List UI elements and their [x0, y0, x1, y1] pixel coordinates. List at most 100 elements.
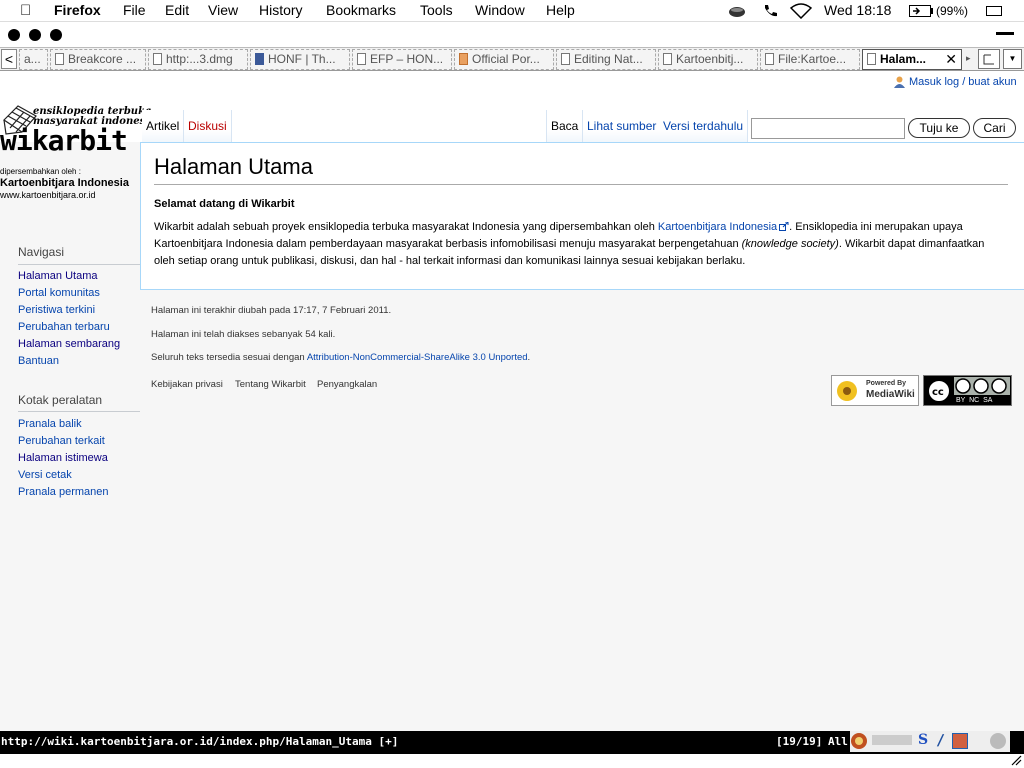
menu-help[interactable]: Help	[546, 2, 575, 18]
powered-by-mediawiki-badge[interactable]: Powered By MediaWiki	[831, 375, 919, 406]
footer-license: Seluruh teks tersedia sesuai dengan Attr…	[151, 352, 531, 363]
footer-about-link[interactable]: Tentang Wikarbit	[235, 379, 306, 390]
phone-icon[interactable]	[762, 3, 778, 19]
tool-printable-version[interactable]: Versi cetak	[18, 469, 72, 481]
status-url: http://wiki.kartoenbitjara.or.id/index.p…	[1, 735, 399, 748]
toolbar-toggle-icon[interactable]	[996, 32, 1014, 35]
nav-help[interactable]: Bantuan	[18, 355, 59, 367]
tab-list-button[interactable]	[978, 49, 1000, 69]
mediawiki-sunflower-icon	[837, 381, 857, 401]
article-content: Halaman Utama Selamat datang di Wikarbit…	[140, 142, 1024, 290]
tab-active[interactable]: Halam... ✕	[862, 49, 962, 70]
mac-menubar:  Firefox File Edit View History Bookmar…	[0, 0, 1024, 22]
nav-random-page[interactable]: Halaman sembarang	[18, 338, 120, 350]
tab-article[interactable]: Artikel	[142, 110, 185, 143]
menu-history[interactable]: History	[259, 2, 303, 18]
tool-permanent-link[interactable]: Pranala permanen	[18, 486, 109, 498]
tool-special-pages[interactable]: Halaman istimewa	[18, 452, 108, 464]
svg-text:cc: cc	[932, 387, 944, 398]
tab-view-source[interactable]: Lihat sumber	[583, 110, 662, 143]
page-title: Halaman Utama	[154, 154, 313, 179]
external-link-icon	[779, 221, 789, 231]
tab-9[interactable]: File:Kartoe...	[760, 49, 860, 70]
tab-1[interactable]: a...	[19, 49, 48, 70]
footer-privacy-link[interactable]: Kebijakan privasi	[151, 379, 223, 390]
nav-heading: Navigasi	[18, 245, 65, 259]
wifi-icon[interactable]	[790, 3, 812, 19]
facebook-icon	[255, 53, 264, 65]
tab-scroll-left-button[interactable]: <	[1, 49, 17, 69]
battery-icon[interactable]	[909, 5, 933, 17]
coffee-icon[interactable]	[728, 4, 746, 18]
battery-percent: (99%)	[936, 4, 969, 18]
nav-divider	[18, 264, 140, 265]
addon-badge-icon[interactable]	[952, 733, 968, 749]
menu-tools[interactable]: Tools	[420, 2, 453, 18]
adblock-icon[interactable]	[990, 733, 1006, 749]
nav-main-page[interactable]: Halaman Utama	[18, 270, 97, 282]
menubar-clock[interactable]: Wed 18:18	[824, 2, 891, 18]
page-icon	[765, 53, 774, 65]
status-bar: http://wiki.kartoenbitjara.or.id/index.p…	[0, 731, 1024, 752]
go-button[interactable]: Tuju ke	[908, 118, 970, 138]
nav-current-events[interactable]: Peristiwa terkini	[18, 304, 95, 316]
nav-recent-changes[interactable]: Perubahan terbaru	[18, 321, 110, 333]
all-tabs-dropdown-icon[interactable]: ▼	[1003, 49, 1022, 69]
tab-8[interactable]: Kartoenbitj...	[658, 49, 758, 70]
menu-window[interactable]: Window	[475, 2, 525, 18]
intro-line-2: Kartoenbitjara Indonesia dalam pemberday…	[154, 238, 985, 250]
tab-scroll-right-icon[interactable]: ▸	[966, 53, 971, 64]
nav-community-portal[interactable]: Portal komunitas	[18, 287, 100, 299]
tab-discussion[interactable]: Diskusi	[184, 110, 232, 143]
tab-read[interactable]: Baca	[546, 110, 584, 143]
tab-5[interactable]: EFP – HON...	[352, 49, 452, 70]
site-favicon-icon	[459, 53, 468, 65]
login-link[interactable]: Masuk log / buat akun	[909, 76, 1017, 88]
creative-commons-icon: cc	[927, 379, 951, 403]
pen-icon[interactable]: ∕	[936, 731, 945, 749]
menu-file[interactable]: File	[123, 2, 146, 18]
tab-2[interactable]: Breakcore ...	[50, 49, 146, 70]
site-logo[interactable]: ensiklopedia terbuka masyarakat indonesi…	[0, 102, 156, 202]
kartoenbitjara-link[interactable]: Kartoenbitjara Indonesia	[658, 221, 777, 233]
addon-indicator[interactable]	[872, 735, 912, 745]
tools-divider	[18, 411, 140, 412]
menu-edit[interactable]: Edit	[165, 2, 189, 18]
title-divider	[154, 184, 1008, 185]
logo-url: www.kartoenbitjara.or.id	[0, 190, 96, 200]
page-icon	[561, 53, 570, 65]
window-minimize-button[interactable]	[29, 29, 41, 41]
tab-history[interactable]: Versi terdahulu	[659, 110, 749, 143]
tool-what-links-here[interactable]: Pranala balik	[18, 418, 82, 430]
logo-org-name: Kartoenbitjara Indonesia	[0, 177, 129, 189]
resize-grip-icon[interactable]	[1010, 754, 1022, 766]
cc-license-badge[interactable]: cc BY NC SA	[923, 375, 1012, 406]
page-icon	[55, 53, 64, 65]
cc-by-nc-sa-icons	[955, 378, 1007, 394]
tool-related-changes[interactable]: Perubahan terkait	[18, 435, 105, 447]
menu-view[interactable]: View	[208, 2, 238, 18]
foxyproxy-icon[interactable]	[850, 732, 868, 750]
menu-bookmarks[interactable]: Bookmarks	[326, 2, 396, 18]
user-icon	[894, 76, 905, 88]
addon-bar: S ∕	[850, 731, 1010, 752]
page-icon	[663, 53, 672, 65]
spotlight-icon[interactable]	[986, 6, 1002, 16]
tab-3[interactable]: http:...3.dmg	[148, 49, 248, 70]
skype-icon[interactable]: S	[918, 732, 928, 748]
tab-close-icon[interactable]: ✕	[945, 50, 957, 69]
license-link[interactable]: Attribution-NonCommercial-ShareAlike 3.0…	[307, 352, 528, 363]
tab-4[interactable]: HONF | Th...	[250, 49, 350, 70]
page-icon	[153, 53, 162, 65]
footer-last-modified: Halaman ini terakhir diubah pada 17:17, …	[151, 305, 392, 316]
menu-app-firefox[interactable]: Firefox	[54, 2, 101, 18]
search-button[interactable]: Cari	[973, 118, 1016, 138]
tab-6[interactable]: Official Por...	[454, 49, 554, 70]
search-input[interactable]	[751, 118, 905, 139]
footer-disclaimer-link[interactable]: Penyangkalan	[317, 379, 377, 390]
page-icon	[357, 53, 366, 65]
apple-menu-icon[interactable]: 	[20, 2, 31, 19]
window-close-button[interactable]	[8, 29, 20, 41]
window-zoom-button[interactable]	[50, 29, 62, 41]
tab-7[interactable]: Editing Nat...	[556, 49, 656, 70]
